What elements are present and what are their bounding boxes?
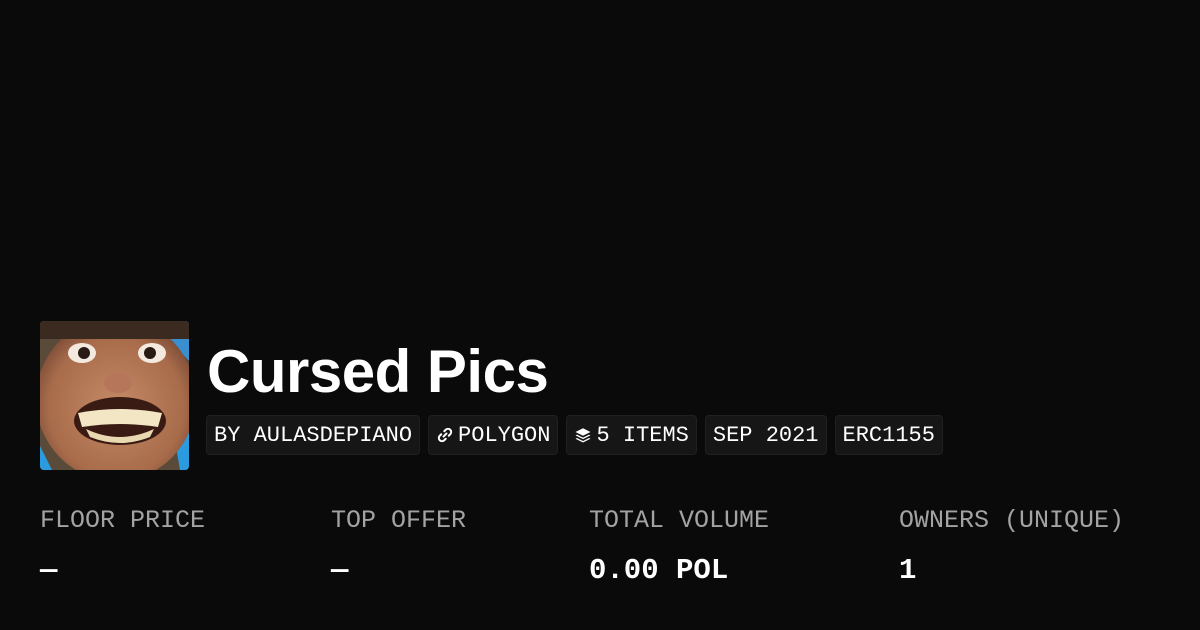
stat-floor-price: FLOOR PRICE — bbox=[40, 503, 205, 589]
stat-owners: OWNERS (UNIQUE) 1 bbox=[899, 503, 1124, 589]
stat-top-offer-label: TOP OFFER bbox=[331, 506, 467, 535]
stat-total-volume: TOTAL VOLUME 0.00 POL bbox=[589, 503, 769, 589]
collection-avatar[interactable] bbox=[40, 321, 189, 470]
date-tag: SEP 2021 bbox=[704, 415, 827, 455]
stat-owners-label: OWNERS (UNIQUE) bbox=[899, 506, 1125, 535]
layers-icon bbox=[574, 426, 592, 444]
creator-tag[interactable]: BY AULASDEPIANO bbox=[206, 415, 421, 455]
stat-owners-value: 1 bbox=[899, 554, 917, 587]
stat-floor-price-label: FLOOR PRICE bbox=[40, 506, 206, 535]
creator-tag-label: BY AULASDEPIANO bbox=[214, 422, 413, 448]
link-icon bbox=[436, 426, 454, 444]
stat-top-offer-value: — bbox=[331, 554, 349, 587]
items-tag-label: 5 ITEMS bbox=[596, 422, 689, 448]
date-tag-label: SEP 2021 bbox=[712, 422, 819, 448]
chain-tag-label: POLYGON bbox=[458, 422, 551, 448]
collection-avatar-image bbox=[40, 321, 189, 470]
stat-total-volume-value: 0.00 POL bbox=[589, 554, 729, 587]
chain-tag[interactable]: POLYGON bbox=[428, 415, 559, 455]
standard-tag-label: ERC1155 bbox=[842, 422, 935, 448]
stat-floor-price-value: — bbox=[40, 554, 58, 587]
collection-tags: BY AULASDEPIANO POLYGON 5 ITEMS SEP 2021… bbox=[206, 415, 943, 455]
standard-tag: ERC1155 bbox=[834, 415, 943, 455]
items-tag[interactable]: 5 ITEMS bbox=[566, 415, 697, 455]
stat-top-offer: TOP OFFER — bbox=[331, 503, 466, 589]
collection-title: Cursed Pics bbox=[207, 338, 549, 405]
stat-total-volume-label: TOTAL VOLUME bbox=[589, 506, 770, 535]
